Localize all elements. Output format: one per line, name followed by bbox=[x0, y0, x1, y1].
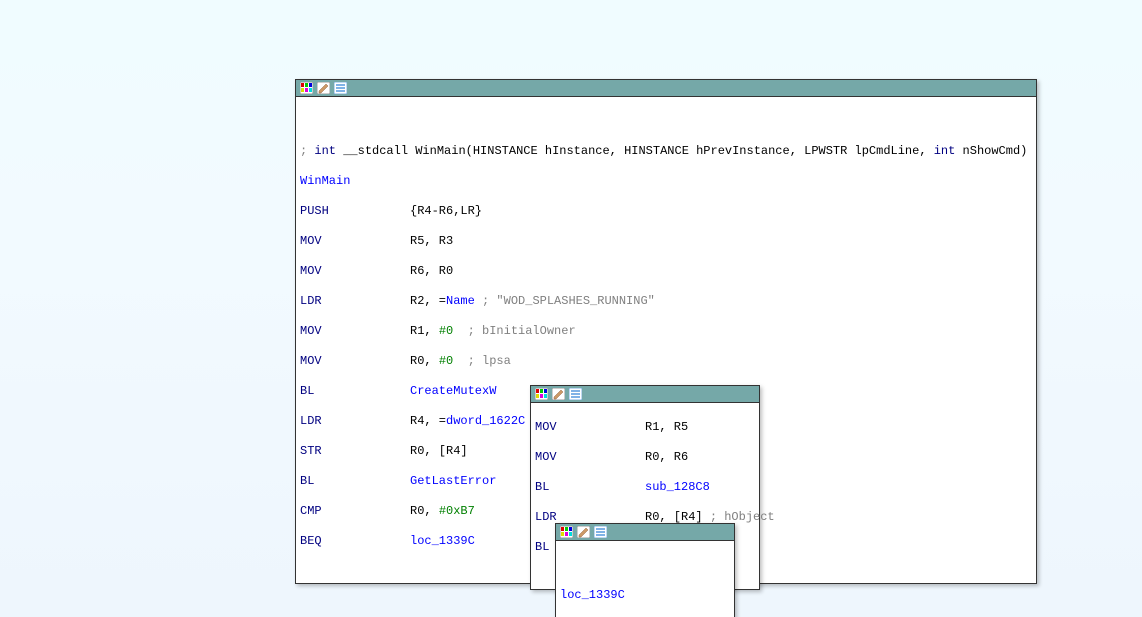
block-titlebar bbox=[531, 386, 759, 403]
list-icon bbox=[334, 82, 347, 94]
block-titlebar bbox=[556, 524, 734, 541]
palette-icon bbox=[535, 388, 548, 400]
palette-icon bbox=[300, 82, 313, 94]
block-code: loc_1339C MOVR0, #0 POP{R4-R6,PC} bbox=[556, 541, 734, 617]
list-icon bbox=[569, 388, 582, 400]
block-titlebar bbox=[296, 80, 1036, 97]
edit-icon bbox=[317, 82, 330, 94]
list-icon bbox=[594, 526, 607, 538]
cfg-block-loc-1339c[interactable]: loc_1339C MOVR0, #0 POP{R4-R6,PC} bbox=[555, 523, 735, 617]
palette-icon bbox=[560, 526, 573, 538]
edit-icon bbox=[577, 526, 590, 538]
edit-icon bbox=[552, 388, 565, 400]
